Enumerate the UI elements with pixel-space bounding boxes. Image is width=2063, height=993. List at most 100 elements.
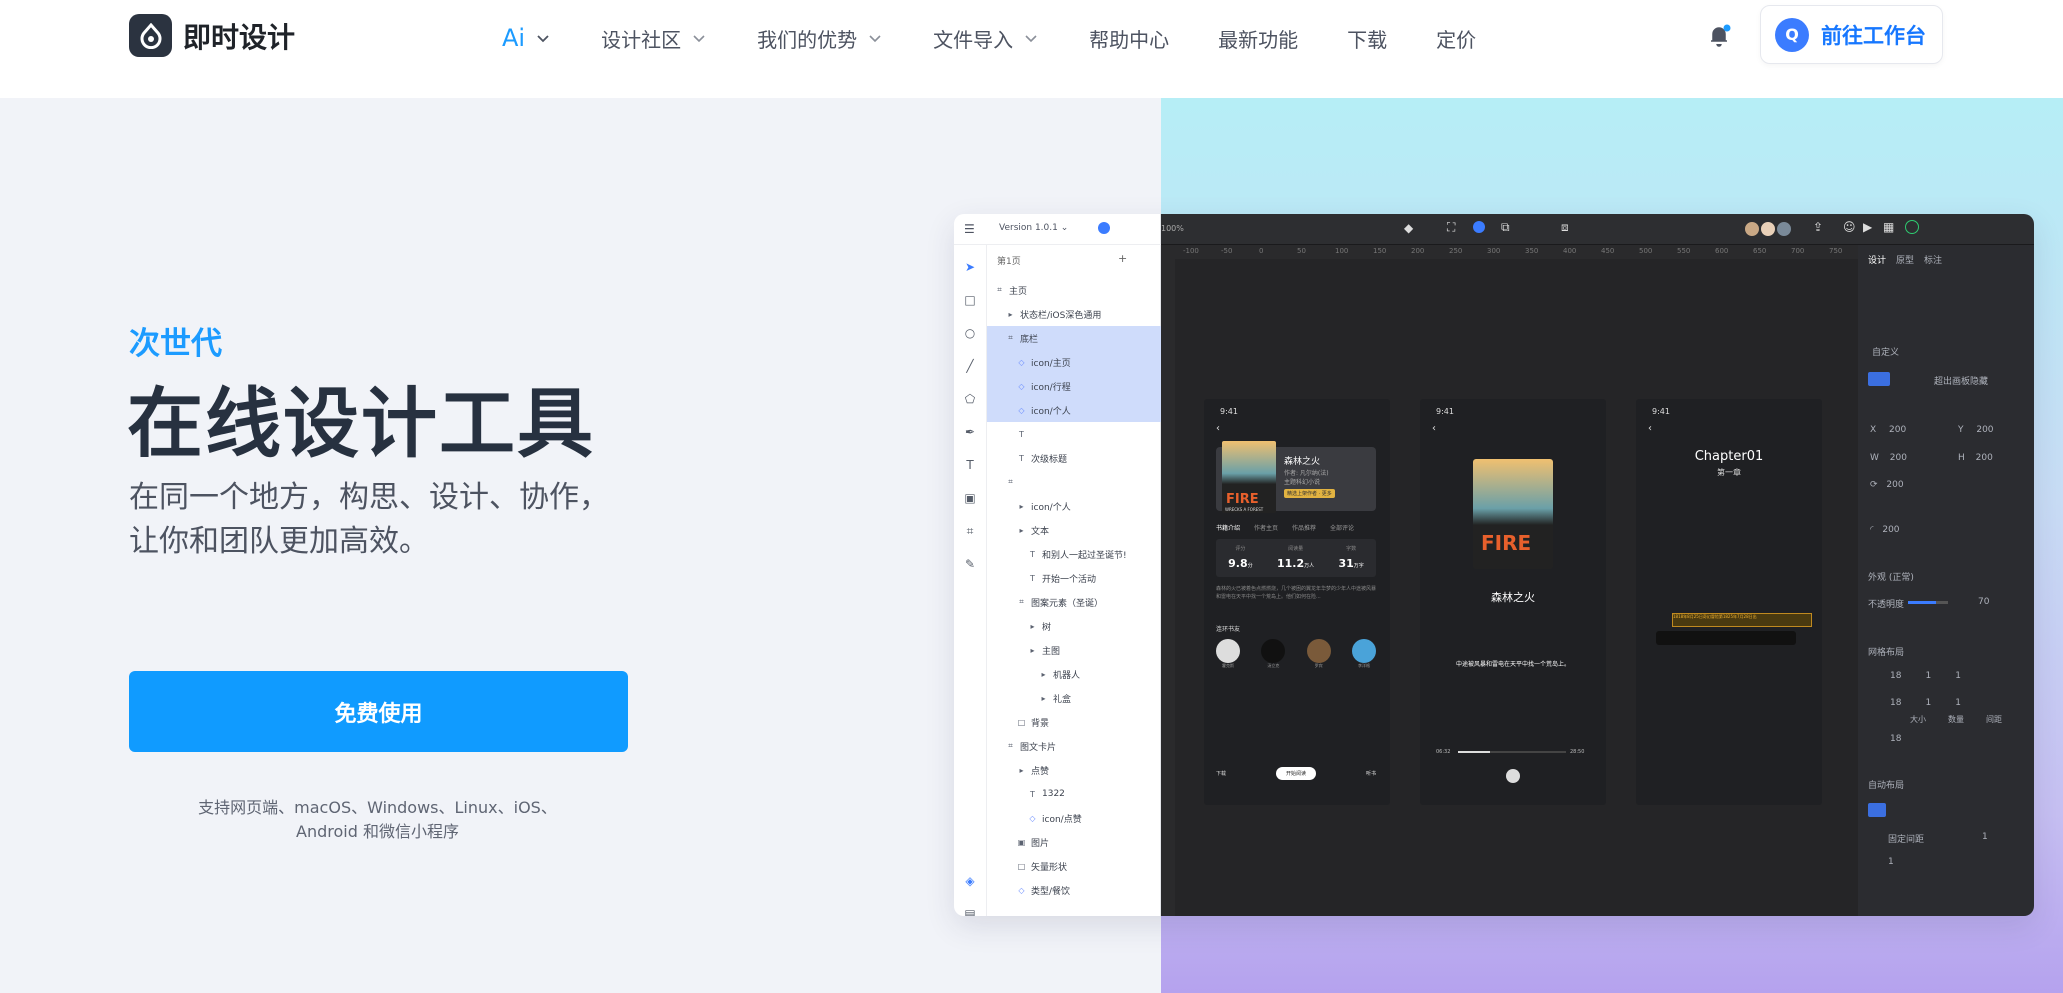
layer-row[interactable]: ◇ icon/行程 (987, 374, 1161, 398)
rect-tool-icon[interactable]: □ (962, 292, 978, 308)
progress-track[interactable] (1458, 751, 1566, 753)
page-name[interactable]: 第1页 (997, 254, 1021, 267)
portrait-toggle[interactable] (1868, 372, 1890, 386)
user-icon[interactable]: ☺ (1843, 220, 1856, 234)
layer-row[interactable]: ◇ icon/点赞 (987, 806, 1161, 830)
grid-size[interactable]: 18 (1890, 671, 1901, 681)
share-icon[interactable]: ⇪ (1813, 220, 1823, 234)
frame-preset[interactable]: 自定义 (1872, 345, 1899, 358)
tab-comments[interactable]: 全部评论 (1330, 523, 1354, 532)
phone-frame-player[interactable]: 9:41 ‹ FIRE 森林之火 中途被风暴和雷电在天平中找一个荒岛上。 06:… (1420, 399, 1606, 805)
free-use-button[interactable]: 免费使用 (129, 671, 628, 752)
tab-author[interactable]: 作者主页 (1254, 523, 1278, 532)
layer-row[interactable]: T 和别人一起过圣诞节! (987, 542, 1161, 566)
grid-count[interactable]: 1 (1925, 671, 1931, 681)
h-field[interactable]: H 200 (1958, 453, 1993, 463)
nav-item-community[interactable]: 设计社区 (601, 22, 708, 54)
appearance-title[interactable]: 外观 (正常) (1868, 570, 1914, 583)
tab-annotation[interactable]: 标注 (1924, 253, 1942, 266)
mask-icon[interactable] (1473, 221, 1485, 233)
pen-tool-icon[interactable]: ✒ (962, 424, 978, 440)
layer-row[interactable]: T 开始一个活动 (987, 566, 1161, 590)
hamburger-icon[interactable]: ☰ (964, 222, 975, 236)
tab-prototype[interactable]: 原型 (1896, 253, 1914, 266)
layer-row[interactable]: ▸ 状态栏/iOS深色通用 (987, 302, 1161, 326)
grid-gap[interactable]: 1 (1955, 671, 1961, 681)
listen-button[interactable]: 听书 (1366, 770, 1376, 777)
pause-icon[interactable] (1506, 769, 1520, 783)
nav-item-import[interactable]: 文件导入 (933, 22, 1040, 54)
layer-row[interactable]: ▸ 点赞 (987, 758, 1161, 782)
gap-value[interactable]: 1 (1982, 832, 1988, 842)
opacity-value[interactable]: 70 (1978, 597, 1989, 607)
gap-mode[interactable]: 固定间距 (1888, 832, 1924, 845)
zoom-level[interactable]: 100% (1161, 224, 1184, 233)
friend-item[interactable]: 李洋格 (1351, 639, 1376, 669)
phone-frame-book-detail[interactable]: 9:41 ‹ FIRE WRECKS A FOREST 森林之火 作者: 凡尔纳… (1204, 399, 1390, 805)
assets-icon[interactable]: ▤ (962, 906, 978, 916)
layer-row[interactable]: T (987, 422, 1161, 446)
grid-size[interactable]: 18 (1890, 698, 1901, 708)
layers-icon[interactable]: ◈ (962, 873, 978, 889)
w-field[interactable]: W 200 (1870, 453, 1907, 463)
friend-item[interactable]: 汤立克 (1261, 639, 1286, 669)
clip-content[interactable]: 超出画板隐藏 (1934, 374, 1988, 387)
layout-icon[interactable]: ▦ (1883, 220, 1894, 234)
tab-intro[interactable]: 书籍介绍 (1216, 523, 1240, 532)
nav-item-help[interactable]: 帮助中心 (1089, 22, 1169, 54)
tab-works[interactable]: 作品推荐 (1292, 523, 1316, 532)
layer-row[interactable]: ▸ 礼盒 (987, 686, 1161, 710)
comment-icon[interactable] (1098, 222, 1110, 234)
layer-row[interactable]: ▸ 文本 (987, 518, 1161, 542)
go-workspace-button[interactable]: Q 前往工作台 (1760, 5, 1943, 64)
rotation-field[interactable]: ⟳ 200 (1870, 480, 1904, 490)
layer-row[interactable]: T 1322 (987, 782, 1161, 806)
friend-item[interactable]: 霍克斯 (1216, 639, 1240, 669)
download-button[interactable]: 下载 (1216, 770, 1226, 777)
ellipse-tool-icon[interactable]: ○ (962, 325, 978, 341)
layer-row[interactable]: T 次级标题 (987, 446, 1161, 470)
play-icon[interactable]: ▶ (1863, 220, 1872, 234)
layer-row[interactable]: ◇ icon/个人 (987, 398, 1161, 422)
layer-row[interactable]: ◇ icon/主页 (987, 350, 1161, 374)
layer-row[interactable]: □ 矢量形状 (987, 854, 1161, 878)
grid-gap[interactable]: 1 (1955, 698, 1961, 708)
move-tool-icon[interactable]: ➤ (962, 259, 978, 275)
frame-tool-icon[interactable]: ⌗ (962, 523, 978, 539)
layer-row[interactable]: □ 背景 (987, 710, 1161, 734)
avatar[interactable] (1775, 220, 1793, 238)
nav-item-ai[interactable]: Ai (502, 22, 552, 54)
layer-row[interactable]: ⌗ 主页 (987, 278, 1161, 302)
version-select[interactable]: Version 1.0.1 ⌄ (999, 223, 1068, 233)
opacity-slider[interactable] (1908, 601, 1948, 604)
tab-design[interactable]: 设计 (1868, 253, 1886, 266)
layer-row[interactable]: ⌗ 底栏 (987, 326, 1161, 350)
nav-item-advantages[interactable]: 我们的优势 (757, 22, 884, 54)
y-field[interactable]: Y 200 (1958, 425, 1994, 435)
layer-row[interactable]: ▸ 机器人 (987, 662, 1161, 686)
padding-value[interactable]: 1 (1888, 857, 1894, 867)
layer-row[interactable]: ▸ 主图 (987, 638, 1161, 662)
layer-row[interactable]: ⌗ 图案元素（圣诞） (987, 590, 1161, 614)
radius-field[interactable]: ◜ 200 (1870, 525, 1900, 535)
line-tool-icon[interactable]: ╱ (962, 358, 978, 374)
layer-row[interactable]: ⌗ (987, 470, 1161, 494)
text-tool-icon[interactable]: T (962, 457, 978, 473)
polygon-tool-icon[interactable]: ⬠ (962, 391, 978, 407)
grid-count[interactable]: 1 (1925, 698, 1931, 708)
start-reading-button[interactable]: 开始阅读 (1275, 767, 1316, 780)
component-icon[interactable]: ◆ (1404, 221, 1413, 235)
auto-layout-horizontal[interactable] (1868, 803, 1886, 817)
crop-icon[interactable]: ⛶ (1447, 220, 1455, 235)
nav-item-pricing[interactable]: 定价 (1436, 22, 1476, 54)
layer-row[interactable]: ▸ icon/个人 (987, 494, 1161, 518)
layer-row[interactable]: ◇ 类型/餐饮 (987, 878, 1161, 902)
layer-row[interactable]: ▸ 树 (987, 614, 1161, 638)
check-icon[interactable] (1905, 220, 1919, 234)
x-field[interactable]: X 200 (1870, 425, 1906, 435)
layer-row[interactable]: ▣ 图片 (987, 830, 1161, 854)
nav-item-download[interactable]: 下载 (1347, 22, 1387, 54)
image-tool-icon[interactable]: ▣ (962, 490, 978, 506)
nav-item-new-features[interactable]: 最新功能 (1218, 22, 1298, 54)
add-page-icon[interactable]: + (1118, 252, 1127, 265)
